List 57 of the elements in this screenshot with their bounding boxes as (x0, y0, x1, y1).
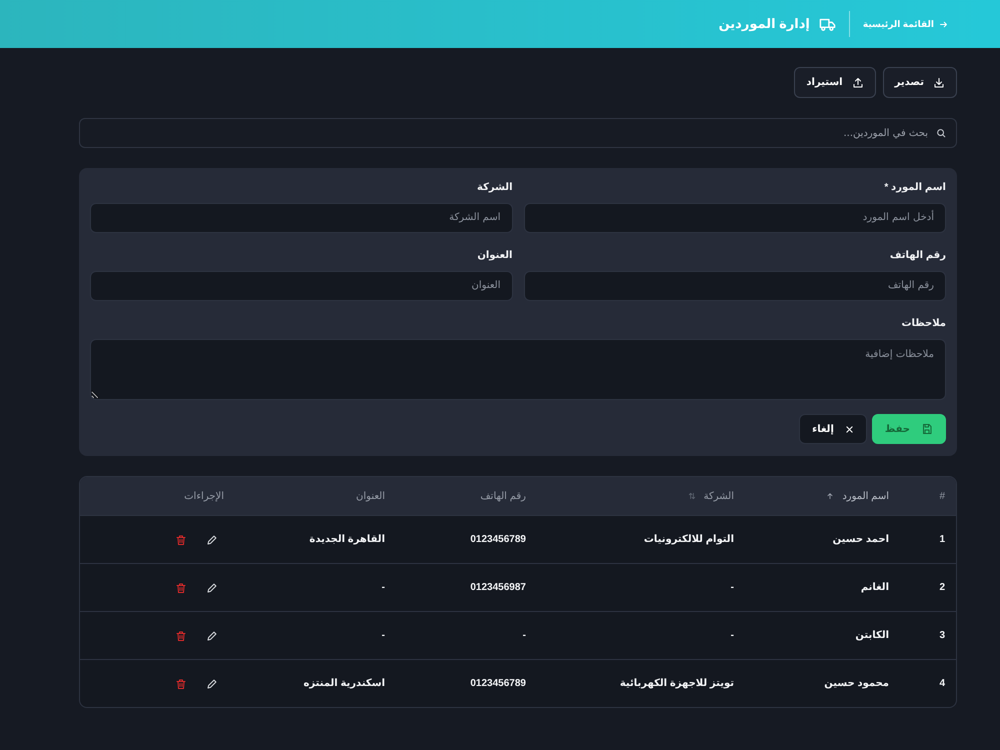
column-header: الإجراءات (184, 490, 224, 502)
table-cell: - (382, 630, 385, 641)
table-cell: 0123456789 (470, 678, 526, 689)
table-cell: - (382, 582, 385, 593)
table-cell: 4 (939, 678, 945, 689)
sort-icon[interactable] (688, 492, 696, 500)
table-cell: الكابتن (855, 630, 889, 641)
arrow-right-icon (939, 20, 948, 28)
table-cell: - (730, 582, 734, 593)
column-header: الشركة (704, 490, 734, 502)
table-cell: 0123456987 (470, 582, 526, 593)
field-label: العنوان (477, 250, 512, 261)
field-label: ملاحظات (901, 318, 946, 329)
input-field[interactable]: أدخل اسم المورد (524, 203, 946, 233)
table-cell: - (522, 630, 526, 641)
table-cell: - (730, 630, 734, 641)
table-cell: القاهرة الجديدة (309, 534, 385, 545)
table-cell: محمود حسين (824, 678, 889, 689)
trash-icon[interactable] (175, 534, 187, 546)
trash-icon[interactable] (175, 630, 187, 642)
pencil-icon[interactable] (206, 678, 218, 690)
upload-icon (852, 76, 864, 88)
column-header: العنوان (356, 490, 385, 502)
trash-icon[interactable] (175, 678, 187, 690)
pencil-icon[interactable] (206, 630, 218, 642)
pencil-icon[interactable] (206, 582, 218, 594)
table-cell: 3 (939, 630, 945, 641)
input-field[interactable]: العنوان (90, 271, 512, 301)
table-cell: التوام للالكترونيات (644, 534, 734, 545)
input-field[interactable]: رقم الهاتف (524, 271, 946, 301)
search-field[interactable]: بحث في الموردين... (79, 118, 957, 148)
input-field[interactable]: اسم الشركة (90, 203, 512, 233)
cancel-button[interactable]: إلغاء (799, 414, 867, 444)
pencil-icon[interactable] (206, 534, 218, 546)
download-icon (933, 76, 945, 88)
table-cell: تويتز للاجهزة الكهربائية (620, 678, 734, 689)
save-icon (921, 423, 933, 435)
trash-icon[interactable] (175, 582, 187, 594)
sort-up-icon[interactable] (826, 492, 834, 500)
table-cell: اسكندرية المنتزه (304, 678, 385, 689)
close-icon (844, 424, 854, 434)
column-header: # (939, 490, 945, 502)
import-button[interactable]: استيراد (794, 67, 876, 98)
field-label: الشركة (477, 182, 512, 193)
search-icon (936, 128, 946, 138)
table-cell: احمد حسين (832, 534, 889, 545)
page-title: إدارة الموردين (718, 16, 810, 32)
textarea-field[interactable]: ملاحظات إضافية (90, 339, 946, 400)
table-cell: الغانم (860, 582, 889, 593)
table-cell: 0123456789 (470, 534, 526, 545)
field-label: رقم الهاتف (890, 250, 946, 261)
table-cell: 1 (939, 534, 945, 545)
field-label: اسم المورد * (884, 182, 946, 193)
column-header: رقم الهاتف (480, 490, 526, 502)
export-button[interactable]: تصدير (882, 67, 957, 98)
table-cell: 2 (939, 582, 945, 593)
column-header: اسم المورد (842, 490, 889, 502)
